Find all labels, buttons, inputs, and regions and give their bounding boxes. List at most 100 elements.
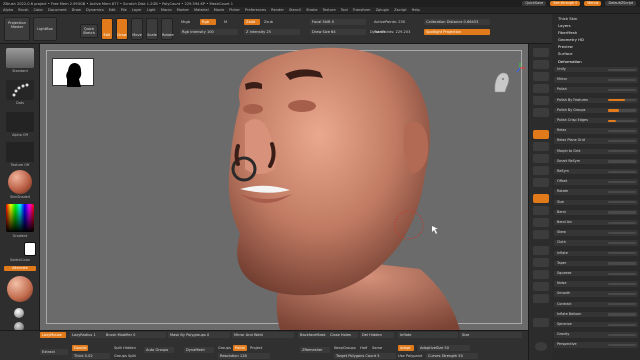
edit-button[interactable]: Edit [101,18,113,40]
deformation-row-slider[interactable] [608,252,636,255]
lazyradius-slider[interactable]: LazyRadius 1 [70,332,104,338]
persp-icon[interactable] [533,130,549,139]
solo-icon[interactable] [533,282,549,291]
deformation-row-slider[interactable] [608,241,636,245]
menu-item[interactable]: Light [147,8,156,12]
deformation-row-slider[interactable] [608,109,636,112]
deformation-row[interactable]: Offset [554,179,638,185]
scale-view-icon[interactable] [533,218,549,227]
zremesher-button[interactable]: ZRemesher [300,347,330,353]
deformation-row[interactable]: Smooth [554,291,638,297]
stroke-thumbnail[interactable] [6,80,34,100]
menu-item[interactable]: Color [34,8,43,12]
texture-thumbnail[interactable] [6,142,34,162]
menu-item[interactable]: Tool [341,8,348,12]
alpha-thumbnail[interactable] [6,112,34,132]
menu-item[interactable]: Material [194,8,209,12]
spix-icon[interactable] [533,60,549,69]
default-zscript-button[interactable]: DefaultZScript [605,1,636,6]
see-through-slider[interactable]: See-through 0 [550,1,581,6]
focal-shift-slider[interactable]: Focal Shift 0 [310,19,366,25]
lightbox-button[interactable]: LightBox [33,17,57,41]
extract-button[interactable]: Extract [40,349,68,355]
rotate-button[interactable]: Rotate [161,18,174,40]
quick-sketch-button[interactable]: Quick Sketch [80,24,98,38]
project-toggle[interactable]: Project [250,346,262,350]
scroll-icon[interactable] [533,72,549,81]
palette-header[interactable]: FiberMesh [558,30,577,35]
deformation-row[interactable]: Contract [554,301,638,307]
lazymouse-toggle[interactable]: LazyMouse [40,332,66,338]
brush-modifier-slider[interactable]: Brush Modifier 0 [104,332,166,338]
deformation-row-slider[interactable] [608,221,636,224]
aahalf-icon[interactable] [533,108,549,117]
projection-master-button[interactable]: Projection Master [4,17,30,41]
deformation-row-slider[interactable] [608,272,636,275]
light-sphere[interactable] [14,308,24,318]
menus-button[interactable]: Menus [584,1,602,6]
menu-item[interactable]: Movie [214,8,225,12]
deformation-row[interactable]: Perspective [554,342,638,348]
deformation-row[interactable]: Smart ReSym [554,158,638,165]
deformation-row[interactable]: Polish By Groups [554,107,638,114]
deformation-row[interactable]: Inflate Balloon [554,311,638,318]
deformation-row-slider[interactable] [608,180,636,184]
polyf-icon[interactable] [533,246,549,255]
color-picker[interactable] [6,204,34,232]
deformation-row-slider[interactable] [608,88,636,92]
deformation-row-slider[interactable] [608,150,636,153]
bpr-icon[interactable] [533,48,549,57]
play-icon[interactable] [535,342,547,351]
menu-item[interactable]: Texture [323,8,336,12]
scale-button[interactable]: Scale [146,18,158,40]
del-hidden-button[interactable]: Del Hidden [360,332,394,338]
thick-slider[interactable]: Thick 0.02 [72,353,110,359]
deformation-header[interactable]: Deformation [558,59,582,64]
deformation-row[interactable]: Polish Crisp Edges [554,118,638,124]
deformation-row[interactable]: Unify [554,67,638,73]
inflate-slider[interactable]: Inflate [398,332,458,338]
keepgroups-toggle[interactable]: KeepGroups [334,346,356,350]
adaptive-size-slider[interactable]: AdaptiveSize 50 [418,345,470,351]
rgb-intensity-slider[interactable]: Rgb Intensity 100 [180,29,238,35]
z-intensity-slider[interactable]: Z Intensity 25 [244,29,300,35]
deformation-row-slider[interactable] [608,190,636,194]
deformation-row-slider[interactable] [608,231,636,235]
spotlight-projection-button[interactable]: Spotlight Projection [424,29,490,35]
brush-thumbnail[interactable] [6,48,34,68]
deformation-row-slider[interactable] [608,262,636,265]
main-color-swatch[interactable] [24,242,36,256]
menu-item[interactable]: Edit [109,8,116,12]
deformation-row[interactable]: Polish By Features [554,97,638,103]
mask-by-polygroups-slider[interactable]: Mask By Polygroups 0 [168,332,230,338]
deformation-row[interactable]: Polish [554,87,638,93]
deformation-row-slider[interactable] [608,282,636,286]
deformation-row-slider[interactable] [608,333,636,337]
backface-mask-toggle[interactable]: BackfaceMask [298,332,328,338]
actual-icon[interactable] [533,96,549,105]
zoom-icon[interactable] [533,84,549,93]
rotate-view-icon[interactable] [533,230,549,239]
rgb-toggle[interactable]: Rgb [200,19,216,25]
draw-size-slider[interactable]: Draw Size 64 [310,29,366,35]
groups-split-button[interactable]: Groups Split [114,354,136,358]
sculpt-model[interactable] [40,44,528,330]
deformation-row[interactable]: Gravity [554,332,638,338]
deformation-row[interactable]: Rotate [554,189,638,195]
canvas-viewport[interactable] [40,44,528,330]
menu-item[interactable]: Zscript [394,8,406,12]
target-polygons-slider[interactable]: Target Polygons Count 5 [334,353,396,359]
xyz-icon[interactable] [533,178,549,187]
menu-item[interactable]: Marker [177,8,189,12]
deformation-row-slider[interactable] [608,160,636,163]
lsym-icon[interactable] [533,166,549,175]
deformation-row-slider[interactable] [608,78,636,82]
deformation-row[interactable]: Morph to Grid [554,148,638,154]
auto-groups-button[interactable]: Auto Groups [144,347,174,353]
double-toggle[interactable]: Double [72,345,88,351]
menu-item[interactable]: Draw [72,8,81,12]
split-hidden-button[interactable]: Split Hidden [114,346,136,350]
move-view-icon[interactable] [533,206,549,215]
move-button[interactable]: Move [131,18,143,40]
m-toggle[interactable]: M [224,20,227,24]
